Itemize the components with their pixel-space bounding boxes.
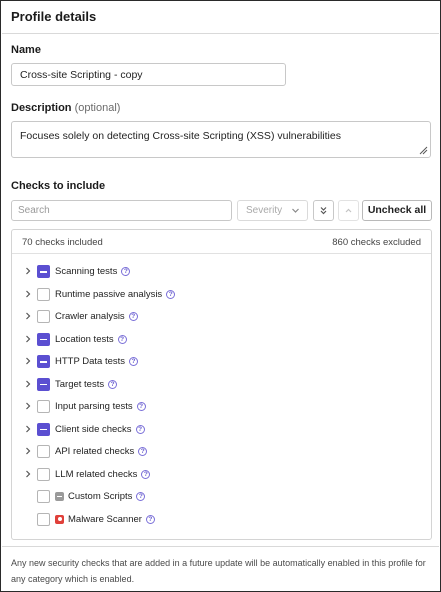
help-icon[interactable]: ? — [117, 334, 127, 344]
check-label: Custom Scripts? — [55, 491, 146, 502]
help-icon[interactable]: ? — [135, 424, 145, 434]
name-input[interactable]: Cross-site Scripting - copy — [11, 63, 286, 86]
double-chevron-down-icon — [320, 207, 327, 215]
help-icon[interactable]: ? — [166, 289, 176, 299]
help-icon[interactable]: ? — [121, 267, 131, 276]
chevron-right-icon[interactable] — [23, 424, 33, 434]
help-icon[interactable]: ? — [141, 469, 151, 479]
check-row[interactable]: Target tests? — [12, 375, 431, 395]
optional-label: (optional) — [74, 102, 121, 114]
description-textarea[interactable]: Focuses solely on detecting Cross-site S… — [11, 121, 431, 158]
checks-list-panel: 70 checks included 860 checks excluded S… — [11, 229, 432, 540]
help-icon[interactable]: ? — [108, 379, 118, 389]
severity-select[interactable]: Severity — [237, 200, 308, 221]
check-checkbox[interactable] — [37, 512, 50, 526]
check-checkbox[interactable] — [37, 310, 50, 323]
help-icon[interactable]: ? — [128, 312, 138, 321]
header-divider — [2, 33, 439, 34]
checks-label: Checks to include — [11, 180, 106, 192]
check-row[interactable]: API related checks? — [12, 442, 431, 462]
chevron-up-icon — [345, 208, 352, 213]
name-label: Name — [11, 44, 41, 56]
sort-ascending-button[interactable] — [338, 200, 359, 221]
check-label: LLM related checks? — [55, 468, 151, 480]
chevron-right-icon[interactable] — [23, 446, 33, 456]
profile-details-panel: Profile details Name Cross-site Scriptin… — [0, 0, 441, 592]
resize-grip-icon[interactable] — [419, 146, 428, 155]
check-label-text: Input parsing tests — [55, 401, 133, 412]
check-checkbox[interactable] — [37, 467, 50, 481]
checks-summary: 70 checks included 860 checks excluded — [12, 230, 431, 254]
check-label-text: LLM related checks — [55, 468, 138, 480]
description-label-text: Description — [11, 102, 72, 114]
check-checkbox[interactable] — [37, 287, 50, 301]
check-row[interactable]: Crawler analysis? — [12, 307, 431, 327]
chevron-right-icon[interactable] — [23, 401, 33, 411]
check-label-text: Location tests — [55, 333, 114, 345]
help-icon[interactable]: ? — [136, 492, 146, 501]
check-checkbox[interactable] — [37, 422, 50, 436]
check-label-text: Malware Scanner — [68, 513, 142, 525]
check-label-text: Crawler analysis — [55, 311, 125, 322]
check-row[interactable]: LLM related checks? — [12, 465, 431, 485]
check-checkbox[interactable] — [37, 400, 50, 413]
check-row[interactable]: Runtime passive analysis? — [12, 285, 431, 305]
check-label: Malware Scanner? — [55, 514, 155, 525]
malware-icon — [55, 514, 64, 524]
severity-placeholder: Severity — [246, 205, 283, 216]
description-value: Focuses solely on detecting Cross-site S… — [20, 130, 341, 142]
check-row[interactable]: Malware Scanner? — [12, 510, 431, 530]
scripts-icon — [55, 492, 64, 501]
check-label: Location tests? — [55, 334, 127, 345]
check-row[interactable]: Input parsing tests? — [12, 397, 431, 417]
help-icon[interactable]: ? — [138, 447, 148, 456]
check-label: Target tests? — [55, 378, 118, 390]
check-label: Runtime passive analysis? — [55, 288, 176, 300]
check-row[interactable]: Custom Scripts? — [12, 487, 431, 507]
help-icon[interactable]: ? — [145, 514, 155, 524]
check-label-text: Custom Scripts — [68, 491, 133, 502]
included-count: 70 checks included — [22, 237, 103, 248]
check-checkbox[interactable] — [37, 445, 50, 458]
check-label-text: Runtime passive analysis — [55, 288, 163, 300]
check-row[interactable]: HTTP Data tests? — [12, 352, 431, 372]
chevron-right-icon[interactable] — [23, 266, 33, 276]
check-label: Client side checks? — [55, 424, 145, 435]
excluded-count: 860 checks excluded — [332, 237, 421, 248]
check-row[interactable]: Scanning tests? — [12, 262, 431, 282]
check-row[interactable]: Client side checks? — [12, 420, 431, 440]
check-label-text: API related checks — [55, 446, 135, 457]
check-checkbox[interactable] — [37, 265, 50, 278]
check-label: Scanning tests? — [55, 266, 131, 277]
check-label: API related checks? — [55, 446, 148, 457]
search-input[interactable]: Search — [11, 200, 232, 221]
chevron-down-icon — [292, 208, 299, 213]
description-label: Description (optional) — [11, 102, 120, 114]
check-label: HTTP Data tests? — [55, 356, 139, 367]
check-checkbox[interactable] — [37, 490, 50, 503]
check-label-text: Client side checks — [55, 423, 132, 435]
chevron-right-icon[interactable] — [23, 379, 33, 389]
uncheck-all-button[interactable]: Uncheck all — [362, 200, 432, 221]
check-checkbox[interactable] — [37, 377, 50, 391]
help-icon[interactable]: ? — [136, 402, 146, 411]
sort-descending-button[interactable] — [313, 200, 334, 221]
check-label: Input parsing tests? — [55, 401, 146, 412]
check-checkbox[interactable] — [37, 332, 50, 346]
help-icon[interactable]: ? — [129, 357, 139, 366]
page-title: Profile details — [11, 9, 97, 24]
check-label-text: HTTP Data tests — [55, 356, 126, 367]
chevron-right-icon[interactable] — [23, 334, 33, 344]
chevron-right-icon[interactable] — [23, 289, 33, 299]
chevron-right-icon[interactable] — [23, 356, 33, 366]
chevron-right-icon[interactable] — [23, 311, 33, 321]
check-label: Crawler analysis? — [55, 311, 138, 322]
check-checkbox[interactable] — [37, 355, 50, 368]
check-row[interactable]: Location tests? — [12, 330, 431, 350]
check-label-text: Target tests — [55, 378, 105, 390]
chevron-right-icon[interactable] — [23, 469, 33, 479]
footer-note: Any new security checks that are added i… — [11, 558, 426, 584]
check-label-text: Scanning tests — [55, 266, 118, 277]
footer-divider — [2, 546, 439, 547]
